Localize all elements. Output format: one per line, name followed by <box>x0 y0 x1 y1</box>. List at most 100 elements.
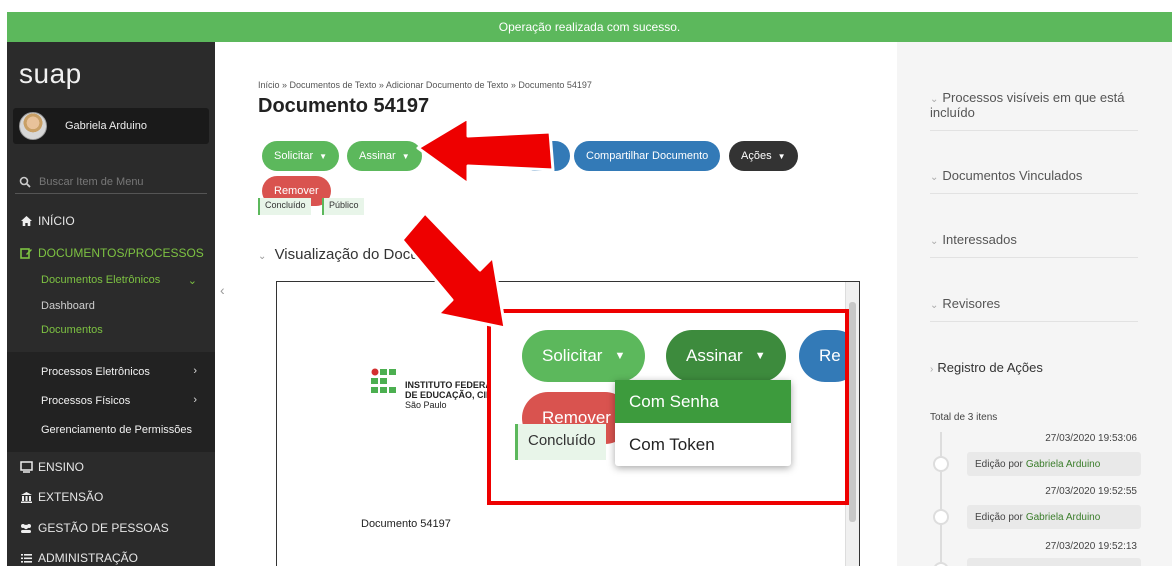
status-badge-concluido: Concluído <box>258 198 311 215</box>
button-label: Solicitar <box>274 150 314 162</box>
collapse-sidebar-icon[interactable]: ‹ <box>220 282 225 298</box>
section-visualizacao[interactable]: ⌄ Visualização do Docu <box>258 246 419 263</box>
panel-registro-acoes[interactable]: › Registro de Ações <box>930 360 1138 385</box>
acoes-button[interactable]: Ações ▼ <box>729 141 798 171</box>
timeline-entry: Edição por Gabriela Arduino <box>967 505 1141 529</box>
zoom-assinar-button[interactable]: Assinar ▼ <box>666 330 786 382</box>
panel-label: Processos visíveis em que está incluído <box>930 90 1125 120</box>
sidebar: suap Gabriela Arduino Buscar Item de Men… <box>7 42 215 566</box>
board-icon <box>19 460 33 474</box>
nav-documentos[interactable]: Documentos <box>41 324 103 336</box>
right-panel: ⌄ Processos visíveis em que está incluído… <box>897 42 1172 566</box>
menu-search[interactable]: Buscar Item de Menu <box>15 170 207 194</box>
nav-label: Processos Eletrônicos <box>41 366 150 378</box>
nav-gestao-pessoas[interactable]: GESTÃO DE PESSOAS <box>7 521 215 535</box>
chevron-down-icon: ⌄ <box>258 251 267 262</box>
menu-item-com-senha[interactable]: Com Senha <box>615 380 791 423</box>
nav-documentos-processos[interactable]: DOCUMENTOS/PROCESSOS <box>7 246 215 260</box>
nav-extensao[interactable]: EXTENSÃO <box>7 490 215 504</box>
timeline-action: Edição por <box>975 511 1023 523</box>
compartilhar-documento-button[interactable]: Compartilhar Documento <box>574 141 721 171</box>
institute-name: INSTITUTO FEDERA DE EDUCAÇÃO, CIÊ <box>405 380 492 400</box>
timeline-dot <box>933 509 949 525</box>
button-label: Solicitar <box>542 346 603 365</box>
timeline-dot <box>933 562 949 566</box>
chevron-down-icon: ▼ <box>401 151 410 161</box>
user-name: Gabriela Arduino <box>65 120 147 132</box>
panel-label: Documentos Vinculados <box>942 168 1083 183</box>
window-frame-right <box>1172 0 1176 566</box>
chevron-right-icon: › <box>930 364 934 375</box>
total-items: Total de 3 itens <box>930 412 998 423</box>
nav-inicio[interactable]: INÍCIO <box>7 214 215 228</box>
chevron-down-icon: ▼ <box>319 151 328 161</box>
breadcrumb[interactable]: Início » Documentos de Texto » Adicionar… <box>258 80 592 90</box>
nav-dashboard[interactable]: Dashboard <box>41 300 95 312</box>
chevron-down-icon: ▼ <box>777 151 786 161</box>
nav-ensino[interactable]: ENSINO <box>7 460 215 474</box>
chevron-down-icon: ⌄ <box>930 94 939 105</box>
zoom-solicitar-button[interactable]: Solicitar ▼ <box>522 330 646 382</box>
button-label: Re <box>819 346 841 365</box>
button-label: Compartilhar Documento <box>586 150 709 162</box>
timeline-dot <box>933 456 949 472</box>
user-box[interactable]: Gabriela Arduino <box>13 108 209 144</box>
nav-label: INÍCIO <box>38 214 75 228</box>
institute-name-line: DE EDUCAÇÃO, CIÊ <box>405 390 493 400</box>
scrollbar-thumb[interactable] <box>849 302 856 522</box>
chevron-right-icon: › <box>193 365 197 377</box>
button-label: Remover <box>274 185 319 197</box>
section-title: Visualização do Docu <box>274 246 419 263</box>
nav-label: GESTÃO DE PESSOAS <box>38 521 169 535</box>
timeline-time: 27/03/2020 19:52:13 <box>1045 541 1137 552</box>
chevron-down-icon: ⌄ <box>187 275 197 287</box>
suap-logo[interactable]: suap <box>19 58 82 90</box>
timeline-time: 27/03/2020 19:52:55 <box>1045 486 1137 497</box>
search-icon <box>19 176 31 188</box>
chevron-down-icon: ⌄ <box>930 172 939 183</box>
timeline-entry: Edição por Gabriela Arduino <box>967 452 1141 476</box>
panel-processos-visiveis[interactable]: ⌄ Processos visíveis em que está incluído <box>930 90 1138 131</box>
annotation-arrow-down <box>400 211 507 330</box>
assinar-dropdown-menu: Com Senha Com Token <box>615 380 791 466</box>
zoom-status-badge: Concluído <box>515 424 606 460</box>
success-message: Operação realizada com sucesso. <box>498 20 681 34</box>
nav-administracao[interactable]: ADMINISTRAÇÃO <box>7 551 215 565</box>
nav-documentos-eletronicos[interactable]: Documentos Eletrônicos <box>41 274 160 286</box>
panel-documentos-vinculados[interactable]: ⌄ Documentos Vinculados <box>930 168 1138 194</box>
nav-label: EXTENSÃO <box>38 490 104 504</box>
panel-interessados[interactable]: ⌄ Interessados <box>930 232 1138 258</box>
search-input[interactable]: Buscar Item de Menu <box>39 176 144 188</box>
chevron-right-icon: › <box>193 394 197 406</box>
nav-label: Dashboard <box>41 300 95 312</box>
button-label: Assinar <box>686 346 743 365</box>
nav-gerenciamento-permissoes[interactable]: Gerenciamento de Permissões <box>41 424 192 436</box>
nav-label: DOCUMENTOS/PROCESSOS <box>38 246 204 260</box>
timeline-user-link[interactable]: Gabriela Arduino <box>1026 512 1101 523</box>
home-icon <box>19 214 33 228</box>
list-icon <box>19 551 33 565</box>
institute-name-line: INSTITUTO FEDERA <box>405 380 492 390</box>
users-icon <box>19 521 33 535</box>
nav-label: Processos Físicos <box>41 395 131 407</box>
timeline-user-link[interactable]: Gabriela Arduino <box>1026 459 1101 470</box>
institute-campus: São Paulo <box>405 400 447 410</box>
chevron-down-icon: ⌄ <box>930 236 939 247</box>
nav-label: Gerenciamento de Permissões <box>41 424 193 436</box>
zoom-partial-button[interactable]: Re <box>799 330 845 382</box>
solicitar-button[interactable]: Solicitar ▼ <box>262 141 340 171</box>
chevron-down-icon: ⌄ <box>930 300 939 311</box>
panel-revisores[interactable]: ⌄ Revisores <box>930 296 1138 322</box>
timeline-entry <box>967 558 1141 566</box>
avatar <box>19 112 47 140</box>
chevron-down-icon: ▼ <box>754 350 766 362</box>
nav-label: ENSINO <box>38 460 85 474</box>
institute-logo <box>371 368 396 393</box>
nav-label: Documentos <box>41 324 103 336</box>
status-badge-publico: Público <box>322 198 364 215</box>
window-frame-left <box>0 0 7 566</box>
nav-processos-eletronicos[interactable]: Processos Eletrônicos <box>41 366 150 378</box>
nav-processos-fisicos[interactable]: Processos Físicos <box>41 395 130 407</box>
menu-item-com-token[interactable]: Com Token <box>615 423 791 466</box>
timeline-line <box>940 432 942 566</box>
